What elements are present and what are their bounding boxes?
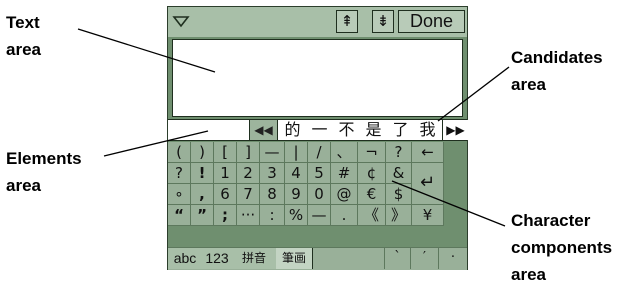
- key[interactable]: ¥: [412, 205, 444, 226]
- callout-elements-area: Elements area: [6, 145, 82, 199]
- enter-key[interactable]: ↵: [412, 163, 444, 205]
- elements-area[interactable]: [168, 120, 250, 140]
- key[interactable]: .: [331, 205, 358, 226]
- key[interactable]: &: [386, 163, 412, 184]
- key[interactable]: /: [308, 142, 331, 163]
- candidate-item[interactable]: 不: [338, 120, 354, 140]
- key[interactable]: 《: [358, 205, 386, 226]
- key[interactable]: 6: [214, 184, 237, 205]
- key[interactable]: $: [386, 184, 412, 205]
- key[interactable]: ···: [237, 205, 260, 226]
- key[interactable]: ,: [191, 184, 214, 205]
- key[interactable]: ;: [214, 205, 237, 226]
- callout-text-area: Text area: [6, 9, 41, 63]
- key[interactable]: @: [331, 184, 358, 205]
- callout-candidates-area: Candidates area: [511, 44, 603, 98]
- mode-stroke-button[interactable]: 筆画: [276, 248, 313, 269]
- key[interactable]: 5: [308, 163, 331, 184]
- key[interactable]: %: [285, 205, 308, 226]
- text-area[interactable]: [172, 39, 463, 117]
- key[interactable]: ·: [438, 248, 467, 269]
- key[interactable]: 》: [386, 205, 412, 226]
- candidates-bar: ◀◀ 的一不是了我 ▶▶: [168, 119, 468, 141]
- key[interactable]: ?: [168, 163, 191, 184]
- page-up-button[interactable]: ⇞: [336, 10, 358, 33]
- key[interactable]: |: [285, 142, 308, 163]
- mode-abc-button[interactable]: abc: [168, 248, 203, 269]
- key[interactable]: #: [331, 163, 358, 184]
- callout-line: Character: [511, 211, 591, 230]
- callout-line: area: [6, 176, 41, 195]
- character-components-area: ()[] — | /、 ¬? ←?! 1 2 3 4 5 # ¢ & ↵ ∘, 6 7 8 9 0 @ € $ “”; ···:%…: [168, 141, 467, 247]
- key[interactable]: “: [168, 205, 191, 226]
- done-button[interactable]: Done: [398, 10, 465, 33]
- candidate-item[interactable]: 一: [311, 120, 327, 140]
- key[interactable]: ′: [410, 248, 438, 269]
- mode-bar: abc 123 拼音 筆画 ` ′ ·: [168, 247, 467, 270]
- key[interactable]: 7: [237, 184, 260, 205]
- key[interactable]: —: [308, 205, 331, 226]
- menu-triangle-icon[interactable]: [171, 12, 191, 32]
- mode-pinyin-button[interactable]: 拼音: [232, 248, 277, 269]
- key[interactable]: 4: [285, 163, 308, 184]
- candidates-prev-button[interactable]: ◀◀: [250, 120, 278, 140]
- candidates-next-button[interactable]: ▶▶: [442, 120, 468, 140]
- key[interactable]: (: [168, 142, 191, 163]
- key[interactable]: 0: [308, 184, 331, 205]
- key[interactable]: —: [260, 142, 285, 163]
- key[interactable]: !: [191, 163, 214, 184]
- callout-line: Elements: [6, 149, 82, 168]
- key[interactable]: 1: [214, 163, 237, 184]
- callout-line: area: [511, 265, 546, 284]
- key[interactable]: ”: [191, 205, 214, 226]
- callout-line: Text: [6, 13, 40, 32]
- key[interactable]: 3: [260, 163, 285, 184]
- candidate-item[interactable]: 了: [392, 120, 408, 140]
- key[interactable]: 、: [331, 142, 358, 163]
- page-down-button[interactable]: ⇟: [372, 10, 394, 33]
- input-panel: ⇞ ⇟ Done ◀◀ 的一不是了我 ▶▶ ()[] — | /、 ¬? ←?! 1 2 3 4 5…: [167, 6, 468, 270]
- key[interactable]: €: [358, 184, 386, 205]
- callout-character-components-area: Character components area: [511, 207, 612, 288]
- callout-line: components: [511, 238, 613, 257]
- key[interactable]: ?: [386, 142, 412, 163]
- callout-line: area: [511, 75, 546, 94]
- candidates-list: 的一不是了我: [279, 120, 441, 140]
- candidate-item[interactable]: 我: [419, 120, 435, 140]
- key[interactable]: ¬: [358, 142, 386, 163]
- key[interactable]: [: [214, 142, 237, 163]
- key[interactable]: 9: [285, 184, 308, 205]
- candidate-item[interactable]: 是: [365, 120, 381, 140]
- key[interactable]: `: [384, 248, 410, 269]
- backspace-key[interactable]: ←: [412, 142, 444, 163]
- key[interactable]: ¢: [358, 163, 386, 184]
- key[interactable]: ∘: [168, 184, 191, 205]
- toolbar: ⇞ ⇟ Done: [168, 7, 467, 37]
- key[interactable]: 8: [260, 184, 285, 205]
- key[interactable]: ]: [237, 142, 260, 163]
- callout-line: Candidates: [511, 48, 603, 67]
- candidate-item[interactable]: 的: [284, 120, 300, 140]
- key[interactable]: ): [191, 142, 214, 163]
- key[interactable]: 2: [237, 163, 260, 184]
- key[interactable]: :: [260, 205, 285, 226]
- mode-123-button[interactable]: 123: [202, 248, 233, 269]
- callout-line: area: [6, 40, 41, 59]
